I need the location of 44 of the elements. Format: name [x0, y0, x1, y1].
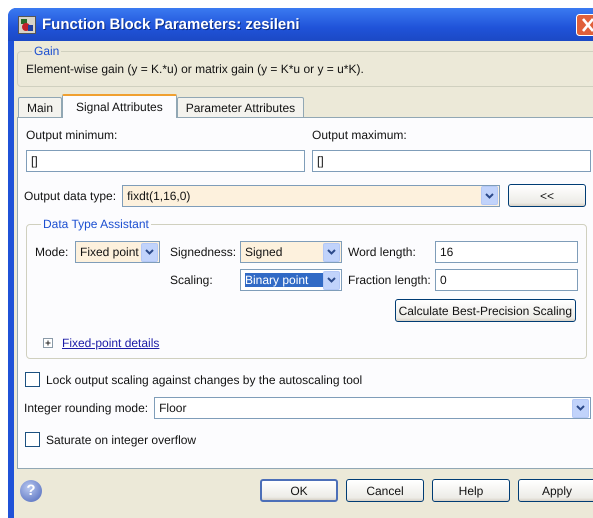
- group-title: Data Type Assistant: [42, 217, 150, 231]
- dropdown[interactable]: Signed: [240, 241, 342, 263]
- dropdown[interactable]: Fixed point: [75, 241, 160, 263]
- dropdown[interactable]: Binary point: [240, 269, 342, 291]
- expand-icon[interactable]: [43, 338, 53, 348]
- dialog-button[interactable]: Help: [432, 479, 510, 502]
- input-field[interactable]: 16: [435, 241, 578, 263]
- block-diagram-icon: [18, 16, 36, 34]
- dropdown[interactable]: fixdt(1,16,0): [122, 184, 500, 206]
- field-label: Output minimum:: [26, 128, 118, 142]
- toggle-button[interactable]: <<: [508, 184, 586, 207]
- checkbox-label: Lock output scaling against changes by the autoscaling tool: [46, 372, 362, 386]
- chevron-icon: [327, 249, 336, 255]
- dialog-button[interactable]: Cancel: [346, 479, 424, 502]
- tab[interactable]: Parameter Attributes: [176, 97, 304, 117]
- tab[interactable]: Main: [18, 97, 62, 117]
- field-label: Integer rounding mode:: [24, 401, 148, 415]
- close-icon[interactable]: [576, 14, 593, 36]
- input-field[interactable]: []: [26, 150, 305, 172]
- checkbox[interactable]: [25, 372, 40, 387]
- tab[interactable]: Signal Attributes: [62, 94, 177, 118]
- checkbox-label: Saturate on integer overflow: [46, 432, 196, 446]
- field-label: Output data type:: [24, 188, 116, 202]
- dialog-button[interactable]: OK: [260, 479, 338, 502]
- input-field[interactable]: []: [312, 150, 591, 172]
- chevron-icon: [145, 249, 154, 255]
- checkbox[interactable]: [25, 432, 40, 447]
- chevron-icon: [576, 405, 586, 411]
- window-title: Function Block Parameters: zesileni: [42, 16, 301, 33]
- input-field[interactable]: 0: [435, 269, 578, 291]
- field-label: Output maximum:: [312, 128, 408, 142]
- field-label: Scaling:: [170, 273, 214, 287]
- field-label: Signedness:: [170, 245, 238, 259]
- field-label: Fraction length:: [348, 273, 432, 287]
- chevron-icon: [327, 277, 336, 283]
- details-link[interactable]: Fixed-point details: [62, 336, 160, 350]
- field-label: Word length:: [348, 245, 417, 259]
- chevron-icon: [485, 192, 494, 198]
- group-title: Gain: [33, 44, 60, 58]
- dropdown[interactable]: Floor: [154, 397, 592, 419]
- dialog-button[interactable]: Apply: [518, 479, 593, 502]
- field-label: Mode:: [35, 245, 70, 259]
- calculate-button[interactable]: Calculate Best-Precision Scaling: [394, 299, 576, 322]
- block-description: Element-wise gain (y = K.*u) or matrix gain (y = K*u or y = u*K).: [26, 62, 365, 76]
